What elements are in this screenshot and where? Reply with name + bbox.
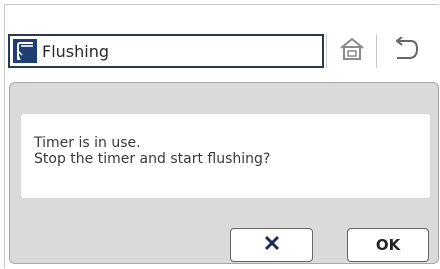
message-line-2: Stop the timer and start flushing? [34,151,271,167]
message-line-1: Timer is in use. [34,135,141,151]
title-bar: Flushing [8,34,324,68]
home-button[interactable] [326,34,376,68]
dialog-message: Timer is in use. Stop the timer and star… [21,114,430,198]
home-icon [339,37,365,65]
page-title: Flushing [42,41,110,61]
close-icon [264,235,280,255]
back-arrow-icon [392,36,420,65]
flushing-valve-icon [13,39,37,63]
back-button[interactable] [376,34,434,68]
confirm-dialog: Timer is in use. Stop the timer and star… [9,82,439,264]
ok-button[interactable]: OK [347,228,429,262]
cancel-button[interactable] [230,228,313,262]
